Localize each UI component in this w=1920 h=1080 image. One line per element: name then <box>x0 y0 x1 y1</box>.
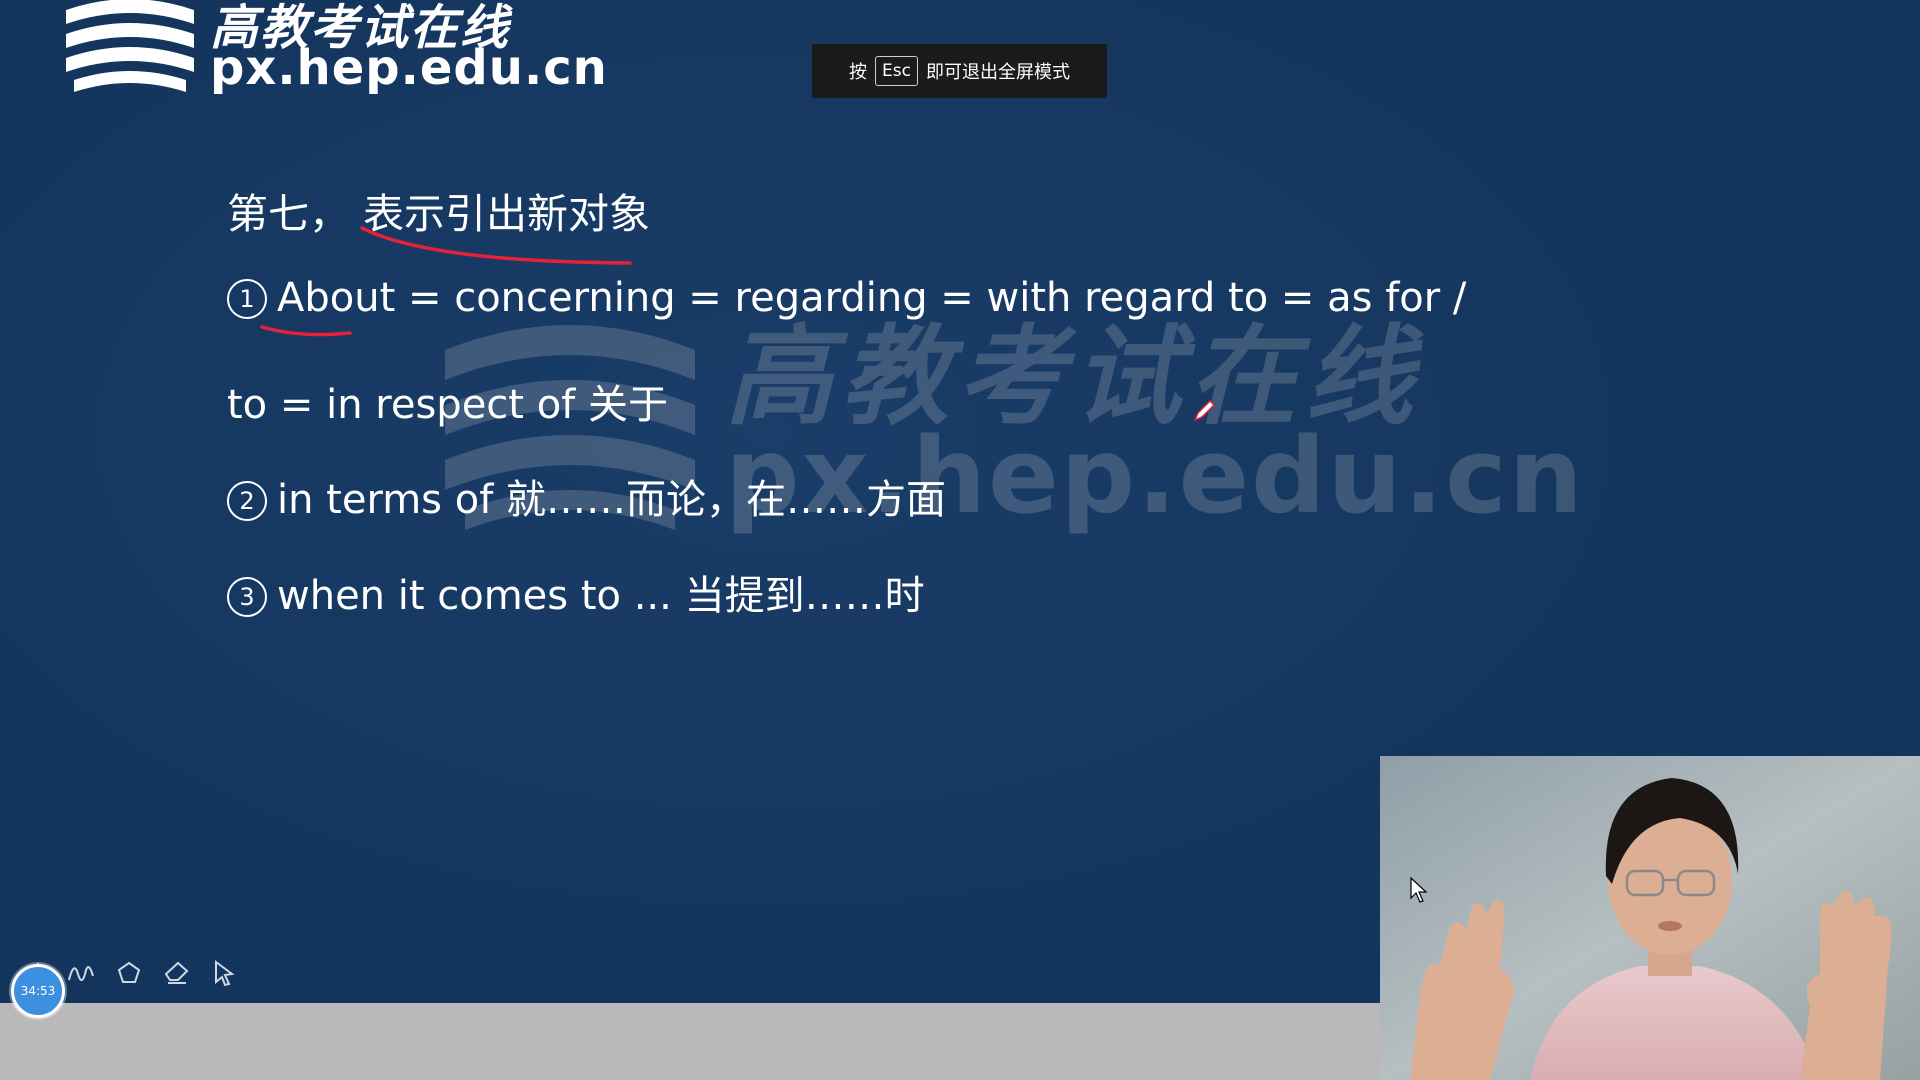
list-item: 3 when it comes to ... 当提到……时 <box>227 563 925 621</box>
item-text: = concerning = regarding = with regard t… <box>395 275 1467 321</box>
book-logo-icon <box>66 0 194 92</box>
pointer-tool-icon[interactable] <box>210 958 240 988</box>
mouse-cursor-icon <box>1410 877 1428 903</box>
heading-topic: 表示引出新对象 <box>363 190 651 238</box>
webcam-video-feed[interactable] <box>1380 756 1920 1080</box>
item-marker: 3 <box>227 577 267 617</box>
list-item-continuation: to = in respect of 关于 <box>227 372 668 430</box>
list-item: 2 in terms of 就……而论，在……方面 <box>227 467 946 525</box>
about-underline-stroke <box>260 325 352 337</box>
slide-stage: 高教考试在线 px.hep.edu.cn 高教考试在线 px.hep.edu.c… <box>0 0 1920 1080</box>
item-text: in terms of 就……而论，在……方面 <box>277 477 947 523</box>
curve-tool-icon[interactable] <box>66 958 96 988</box>
session-timer[interactable]: 34:53 <box>11 964 65 1018</box>
fullscreen-exit-notice: 按 Esc 即可退出全屏模式 <box>812 44 1107 98</box>
site-logo: 高教考试在线 px.hep.edu.cn <box>60 0 607 105</box>
slide-heading: 第七， 表示引出新对象 <box>227 180 650 240</box>
list-item: 1 About = concerning = regarding = with r… <box>227 275 1466 321</box>
item-keyword: About <box>277 275 396 321</box>
heading-prefix: 第七， <box>227 190 350 238</box>
eraser-tool-icon[interactable] <box>162 958 192 988</box>
item-marker: 1 <box>227 279 267 319</box>
pen-cursor-icon <box>1193 399 1216 422</box>
notice-suffix: 即可退出全屏模式 <box>925 62 1070 83</box>
presenter-figure <box>1380 756 1920 1080</box>
item-text: when it comes to ... 当提到……时 <box>277 573 925 619</box>
item-text: to = in respect of 关于 <box>227 382 668 428</box>
esc-key-badge: Esc <box>875 56 918 86</box>
item-marker: 2 <box>227 481 267 521</box>
notice-prefix: 按 <box>849 62 868 83</box>
shape-tool-icon[interactable] <box>114 958 144 988</box>
logo-url: px.hep.edu.cn <box>210 40 608 96</box>
